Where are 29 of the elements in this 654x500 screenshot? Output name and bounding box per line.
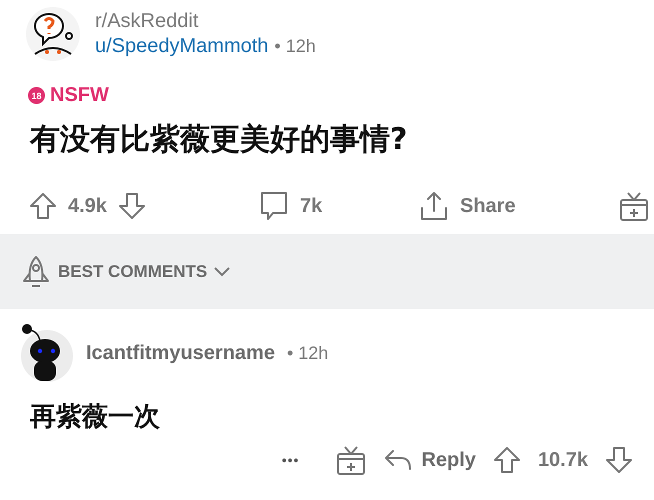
comment-text: 再紫薇一次 xyxy=(30,401,161,434)
rocket-icon xyxy=(20,254,52,288)
share-label[interactable]: Share xyxy=(460,194,516,218)
comment-author[interactable]: Icantfitmyusername xyxy=(86,342,275,364)
downvote-icon[interactable] xyxy=(604,445,634,475)
upvote-icon[interactable] xyxy=(492,445,522,475)
gift-icon[interactable] xyxy=(618,190,650,222)
nsfw-label: NSFW xyxy=(50,84,109,107)
chevron-icon xyxy=(213,266,232,278)
comment-vote-count: 10.7k xyxy=(538,448,588,472)
comment-count: 7k xyxy=(300,194,322,218)
avatar-icon[interactable] xyxy=(20,323,74,383)
post-title: 有没有比紫薇更美好的事情? xyxy=(30,121,408,159)
subreddit-name[interactable]: r/AskReddit xyxy=(95,10,316,33)
upvote-icon[interactable] xyxy=(28,191,58,221)
more-button[interactable]: ••• xyxy=(276,451,306,469)
vote-count: 4.9k xyxy=(68,194,107,218)
gift-icon[interactable] xyxy=(335,444,368,476)
nsfw-badge: 18 xyxy=(28,87,45,104)
sort-button[interactable]: BEST COMMENTS xyxy=(20,254,232,288)
comment-icon[interactable] xyxy=(258,190,290,222)
avatar-icon[interactable] xyxy=(25,6,81,62)
author-link[interactable]: u/SpeedyMammoth xyxy=(95,35,268,58)
reply-button[interactable]: Reply xyxy=(383,448,476,472)
comment-time: • 12h xyxy=(286,342,328,364)
share-icon[interactable] xyxy=(418,190,450,222)
downvote-icon[interactable] xyxy=(116,191,147,221)
post-time: • 12h xyxy=(274,36,316,57)
reply-icon xyxy=(383,448,414,472)
